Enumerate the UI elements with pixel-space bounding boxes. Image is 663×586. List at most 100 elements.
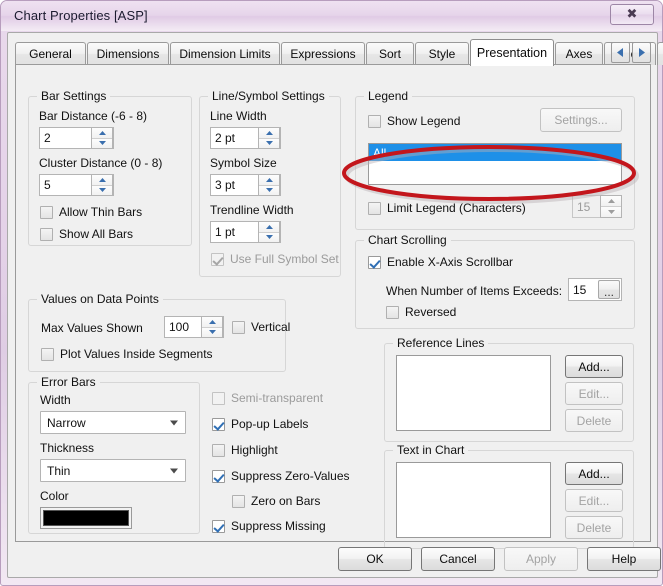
when-items-exceeds-browse-button[interactable]: ... — [598, 280, 620, 299]
popup-labels-checkbox[interactable]: Pop-up Labels — [212, 417, 308, 431]
semi-transparent-checkbox[interactable]: Semi-transparent — [212, 391, 323, 405]
allow-thin-bars-checkbox[interactable]: Allow Thin Bars — [40, 205, 142, 219]
show-legend-checkbox[interactable]: Show Legend — [368, 114, 460, 128]
enable-x-axis-scrollbar-checkbox[interactable]: Enable X-Axis Scrollbar — [368, 255, 513, 269]
cancel-button[interactable]: Cancel — [421, 547, 495, 571]
spinner-down-button[interactable] — [202, 326, 222, 337]
close-button[interactable]: ✖ — [610, 4, 654, 25]
group-text-in-chart: Text in Chart Add... Edit... Delete — [384, 443, 634, 549]
limit-legend-checkbox[interactable]: Limit Legend (Characters) — [368, 201, 526, 215]
error-bars-width-combo[interactable]: Narrow — [40, 411, 186, 434]
spinner-up-button[interactable] — [202, 317, 222, 327]
spinner-up-button[interactable] — [92, 128, 112, 138]
triangle-up-icon — [607, 199, 615, 203]
line-width-spinner[interactable] — [258, 127, 280, 149]
apply-button[interactable]: Apply — [504, 547, 578, 571]
tab-scroll-prev-button[interactable] — [611, 42, 630, 63]
legend-list[interactable]: All — [368, 143, 622, 185]
show-all-bars-checkbox[interactable]: Show All Bars — [40, 227, 133, 241]
triangle-up-icon — [98, 177, 106, 182]
tab-dimensions[interactable]: Dimensions — [87, 42, 169, 65]
reference-lines-add-button[interactable]: Add... — [565, 355, 623, 378]
checkbox-box — [212, 391, 225, 405]
text-in-chart-delete-button[interactable]: Delete — [565, 516, 623, 539]
triangle-right-icon — [639, 48, 645, 57]
show-legend-label: Show Legend — [387, 114, 461, 128]
legend-settings-button[interactable]: Settings... — [540, 108, 622, 132]
tab-axes[interactable]: Axes — [555, 42, 603, 65]
spinner-down-button[interactable] — [259, 184, 279, 195]
when-items-exceeds-label: When Number of Items Exceeds: — [386, 284, 563, 298]
chevron-down-icon — [170, 420, 178, 425]
highlight-label: Highlight — [231, 443, 278, 457]
reference-lines-edit-button[interactable]: Edit... — [565, 382, 623, 405]
text-in-chart-edit-button[interactable]: Edit... — [565, 489, 623, 512]
reference-lines-delete-button[interactable]: Delete — [565, 409, 623, 432]
trendline-width-label: Trendline Width — [210, 203, 294, 217]
error-bars-color-swatch[interactable] — [40, 507, 132, 529]
checkbox-box — [232, 494, 245, 508]
triangle-down-icon — [208, 330, 216, 335]
tab-style[interactable]: Style — [415, 42, 469, 65]
reversed-checkbox[interactable]: Reversed — [386, 305, 456, 319]
highlight-checkbox[interactable]: Highlight — [212, 443, 278, 457]
list-item[interactable]: All — [369, 144, 621, 161]
max-values-shown-label: Max Values Shown — [41, 321, 143, 335]
triangle-up-icon — [208, 319, 216, 324]
spinner-up-button[interactable] — [259, 175, 279, 185]
tab-expressions[interactable]: Expressions — [281, 42, 365, 65]
symbol-size-label: Symbol Size — [210, 156, 277, 170]
tab-dimension-limits[interactable]: Dimension Limits — [170, 42, 280, 65]
limit-legend-spinner[interactable] — [600, 195, 622, 218]
cluster-distance-spinner[interactable] — [91, 174, 113, 196]
checkbox-box — [40, 205, 53, 219]
checkbox-box — [368, 201, 381, 215]
tab-sort[interactable]: Sort — [366, 42, 414, 65]
chart-properties-window: Chart Properties [ASP] ✖ General Dimensi… — [0, 0, 663, 586]
symbol-size-spinner[interactable] — [258, 174, 280, 196]
group-bar-settings: Bar Settings Bar Distance (-6 - 8) 2 Clu… — [28, 89, 192, 246]
spinner-up-button[interactable] — [259, 128, 279, 138]
spinner-down-button[interactable] — [259, 231, 279, 242]
group-legend-label: Legend — [364, 89, 413, 103]
text-in-chart-list[interactable] — [396, 462, 551, 538]
group-chart-scrolling-label: Chart Scrolling — [364, 233, 451, 247]
tab-number[interactable]: Number — [657, 42, 663, 65]
limit-legend-label: Limit Legend (Characters) — [387, 201, 526, 215]
text-in-chart-add-button[interactable]: Add... — [565, 462, 623, 485]
error-bars-thickness-combo[interactable]: Thin — [40, 459, 186, 482]
dialog-client-area: General Dimensions Dimension Limits Expr… — [7, 32, 663, 578]
bar-distance-label: Bar Distance (-6 - 8) — [39, 109, 148, 123]
reference-lines-list[interactable] — [396, 355, 551, 431]
checkbox-box — [368, 255, 381, 269]
error-bars-thickness-value: Thin — [47, 463, 71, 478]
spinner-down-button[interactable] — [92, 137, 112, 148]
help-button[interactable]: Help — [587, 547, 661, 571]
trendline-width-spinner[interactable] — [258, 221, 280, 243]
suppress-missing-checkbox[interactable]: Suppress Missing — [212, 519, 326, 533]
checkbox-box — [386, 305, 399, 319]
group-line-symbol-settings: Line/Symbol Settings Line Width 2 pt Sym… — [199, 89, 341, 277]
max-values-shown-spinner[interactable] — [201, 316, 223, 338]
spinner-up-button[interactable] — [259, 222, 279, 232]
group-reference-lines: Reference Lines Add... Edit... Delete — [384, 336, 634, 442]
vertical-checkbox[interactable]: Vertical — [232, 320, 290, 334]
spinner-down-button[interactable] — [601, 206, 621, 217]
bar-distance-spinner[interactable] — [91, 127, 113, 149]
suppress-zero-values-checkbox[interactable]: Suppress Zero-Values — [212, 469, 350, 483]
zero-on-bars-checkbox[interactable]: Zero on Bars — [232, 494, 320, 508]
spinner-up-button[interactable] — [601, 196, 621, 206]
tab-scroll-buttons — [611, 42, 651, 64]
line-width-label: Line Width — [210, 109, 267, 123]
plot-values-inside-segments-checkbox[interactable]: Plot Values Inside Segments — [41, 347, 213, 361]
use-full-symbol-set-checkbox[interactable]: Use Full Symbol Set — [211, 252, 339, 266]
spinner-up-button[interactable] — [92, 175, 112, 185]
tab-general[interactable]: General — [15, 42, 86, 65]
spinner-down-button[interactable] — [92, 184, 112, 195]
triangle-up-icon — [98, 130, 106, 135]
tab-scroll-next-button[interactable] — [632, 42, 651, 63]
tab-presentation[interactable]: Presentation — [470, 39, 554, 66]
group-chart-scrolling: Chart Scrolling Enable X-Axis Scrollbar … — [355, 233, 635, 329]
spinner-down-button[interactable] — [259, 137, 279, 148]
ok-button[interactable]: OK — [338, 547, 412, 571]
